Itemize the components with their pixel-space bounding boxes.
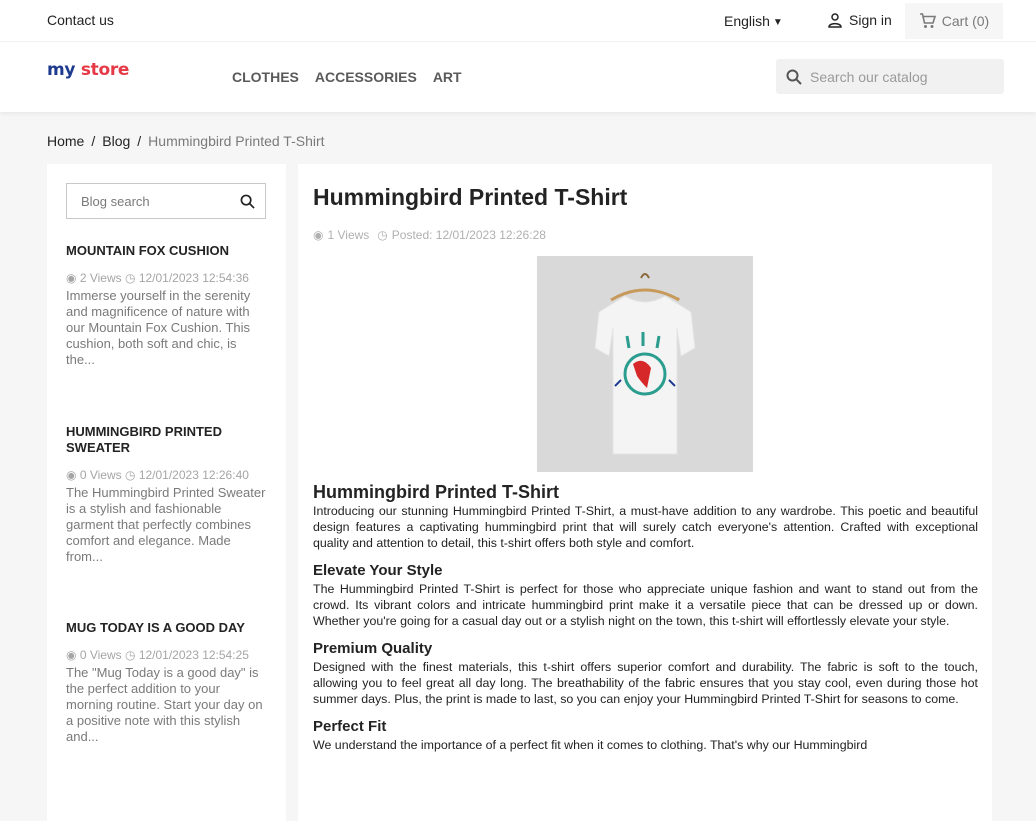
eye-icon: ◉ xyxy=(66,468,77,482)
contact-us-link[interactable]: Contact us xyxy=(47,12,114,28)
section-text: The Hummingbird Printed T-Shirt is perfe… xyxy=(313,582,978,628)
cart-label: Cart (0) xyxy=(941,13,990,29)
article-content: Hummingbird Printed T-Shirt Introducing … xyxy=(313,481,978,753)
language-selector[interactable]: English ▼ xyxy=(724,13,783,29)
sidebar-post-date: 12/01/2023 12:54:25 xyxy=(138,648,249,662)
article-meta: ◉ 1 Views ◷ Posted: 12/01/2023 12:26:28 xyxy=(313,228,546,242)
nav-item-accessories[interactable]: ACCESSORIES xyxy=(315,69,417,85)
clock-icon: ◷ xyxy=(124,468,136,482)
main-header: my store CLOTHES ACCESSORIES ART xyxy=(0,42,1036,112)
blog-search xyxy=(66,183,266,219)
sidebar-post-meta: ◉ 0 Views ◷ 12/01/2023 12:26:40 xyxy=(66,468,266,483)
nav-item-clothes[interactable]: CLOTHES xyxy=(232,69,299,85)
sidebar-post-excerpt: Immerse yourself in the serenity and mag… xyxy=(66,288,251,367)
search-icon[interactable] xyxy=(240,194,255,209)
cart-button[interactable]: Cart (0) xyxy=(905,3,1003,39)
section-heading: Elevate Your Style xyxy=(313,562,443,579)
clock-icon: ◷ xyxy=(377,228,388,242)
nav-item-art[interactable]: ART xyxy=(433,69,462,85)
cart-icon xyxy=(919,13,936,28)
caret-down-icon: ▼ xyxy=(772,17,783,28)
sidebar-post[interactable]: MUG TODAY IS A GOOD DAY ◉ 0 Views ◷ 12/0… xyxy=(66,620,266,745)
article-title: Hummingbird Printed T-Shirt xyxy=(313,184,628,210)
article-intro: Introducing our stunning Hummingbird Pri… xyxy=(313,504,978,550)
breadcrumb-home[interactable]: Home xyxy=(47,133,84,149)
blog-search-input[interactable] xyxy=(81,193,231,209)
clock-icon: ◷ xyxy=(124,648,136,662)
blog-sidebar: MOUNTAIN FOX CUSHION ◉ 2 Views ◷ 12/01/2… xyxy=(47,164,286,821)
sidebar-post-excerpt: The Hummingbird Printed Sweater is a sty… xyxy=(66,485,266,564)
section-heading: Premium Quality xyxy=(313,640,433,657)
logo-part-my: my xyxy=(47,60,76,80)
catalog-search-input[interactable] xyxy=(810,68,980,85)
top-bar: Contact us English ▼ Sign in Cart (0) xyxy=(0,0,1036,42)
sidebar-post[interactable]: HUMMINGBIRD PRINTED SWEATER ◉ 0 Views ◷ … xyxy=(66,424,266,565)
clock-icon: ◷ xyxy=(124,271,136,285)
article-posted-date: Posted: 12/01/2023 12:26:28 xyxy=(391,228,546,242)
breadcrumb: Home / Blog / Hummingbird Printed T-Shirt xyxy=(47,133,325,149)
breadcrumb-separator: / xyxy=(91,133,96,149)
sidebar-post-meta: ◉ 0 Views ◷ 12/01/2023 12:54:25 xyxy=(66,648,266,663)
section-text: We understand the importance of a perfec… xyxy=(313,738,868,752)
main-nav: CLOTHES ACCESSORIES ART xyxy=(232,69,462,85)
logo-part-store: store xyxy=(80,60,130,80)
sign-in-link[interactable]: Sign in xyxy=(827,12,892,28)
sidebar-post-date: 12/01/2023 12:54:36 xyxy=(138,271,249,285)
language-label: English xyxy=(724,13,770,29)
eye-icon: ◉ xyxy=(66,648,77,662)
sidebar-post-views: 0 Views xyxy=(79,648,122,662)
article-heading: Hummingbird Printed T-Shirt xyxy=(313,482,559,502)
search-icon[interactable] xyxy=(786,69,802,85)
section-heading: Perfect Fit xyxy=(313,718,387,735)
sidebar-post-date: 12/01/2023 12:26:40 xyxy=(138,468,249,482)
sidebar-post-meta: ◉ 2 Views ◷ 12/01/2023 12:54:36 xyxy=(66,271,266,286)
article-panel: Hummingbird Printed T-Shirt ◉ 1 Views ◷ … xyxy=(298,164,992,821)
sidebar-post[interactable]: MOUNTAIN FOX CUSHION ◉ 2 Views ◷ 12/01/2… xyxy=(66,243,266,368)
eye-icon: ◉ xyxy=(313,228,324,242)
sidebar-post-title[interactable]: MOUNTAIN FOX CUSHION xyxy=(66,243,266,259)
breadcrumb-current: Hummingbird Printed T-Shirt xyxy=(148,133,325,149)
sidebar-post-title[interactable]: MUG TODAY IS A GOOD DAY xyxy=(66,620,266,636)
sidebar-post-title[interactable]: HUMMINGBIRD PRINTED SWEATER xyxy=(66,424,266,456)
sidebar-post-views: 0 Views xyxy=(79,468,122,482)
article-views: 1 Views xyxy=(327,228,370,242)
tshirt-product-image xyxy=(537,256,753,472)
user-icon xyxy=(828,13,842,28)
catalog-search xyxy=(776,59,1004,94)
sign-in-label: Sign in xyxy=(849,12,892,28)
eye-icon: ◉ xyxy=(66,271,77,285)
store-logo[interactable]: my store xyxy=(47,60,129,80)
breadcrumb-blog[interactable]: Blog xyxy=(102,133,130,149)
sidebar-post-views: 2 Views xyxy=(79,271,122,285)
sidebar-post-excerpt: The "Mug Today is a good day" is the per… xyxy=(66,665,263,744)
section-text: Designed with the finest materials, this… xyxy=(313,660,978,706)
breadcrumb-separator: / xyxy=(137,133,142,149)
